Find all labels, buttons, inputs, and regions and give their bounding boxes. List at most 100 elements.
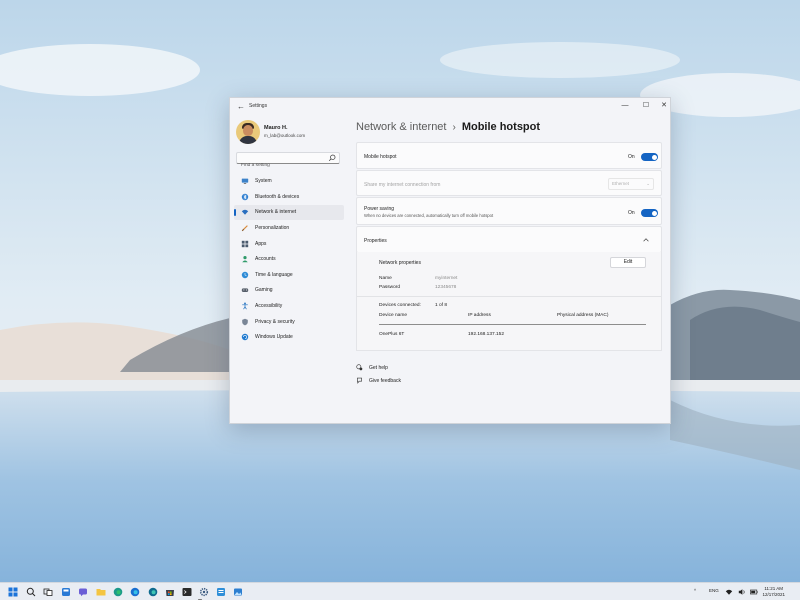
properties-label: Properties [364, 238, 387, 244]
mobile-hotspot-toggle[interactable] [641, 153, 658, 161]
sidebar-item-label: Windows Update [255, 334, 293, 341]
chevron-up-icon[interactable] [642, 236, 650, 244]
column-header-device-name: Device name [379, 313, 407, 318]
store-icon[interactable] [165, 587, 175, 597]
sidebar-item-label: Personalization [255, 225, 290, 232]
sidebar-item-label: Network & internet [255, 209, 297, 216]
sidebar-item-label: Apps [255, 240, 267, 247]
power-saving-state: On [628, 210, 635, 216]
edge-dev-icon[interactable] [148, 587, 158, 597]
file-explorer-icon[interactable] [96, 587, 106, 597]
mobile-hotspot-state: On [628, 154, 635, 160]
give-feedback-link[interactable]: Give feedback [356, 377, 401, 384]
sidebar-item-apps[interactable]: Apps [234, 236, 344, 251]
window-title: Settings [249, 103, 268, 109]
edge-beta-icon[interactable] [130, 587, 140, 597]
table-header-divider [379, 324, 646, 325]
search-icon[interactable] [328, 154, 336, 162]
power-saving-label: Power saving [364, 206, 395, 212]
sidebar-item-accessibility[interactable]: Accessibility [234, 299, 344, 314]
terminal-icon[interactable] [182, 587, 192, 597]
edit-button[interactable]: Edit [610, 257, 646, 268]
task-view-icon[interactable] [43, 587, 53, 597]
chat-icon[interactable] [78, 587, 88, 597]
give-feedback-label: Give feedback [369, 377, 401, 384]
language-indicator[interactable]: ENG [709, 588, 719, 593]
sidebar-item-network[interactable]: Network & internet [234, 205, 344, 220]
person-icon [242, 256, 248, 263]
help-icon [356, 364, 363, 371]
mobile-hotspot-label: Mobile hotspot [364, 154, 397, 160]
avatar [236, 120, 260, 144]
accessibility-icon [242, 302, 248, 310]
breadcrumb: Network & internet › Mobile hotspot [356, 121, 540, 133]
shield-icon [242, 318, 248, 326]
gamepad-icon [241, 288, 249, 293]
sidebar-item-label: Accessibility [255, 303, 283, 310]
widgets-icon[interactable] [61, 587, 71, 597]
breadcrumb-parent[interactable]: Network & internet [356, 121, 446, 133]
share-connection-select[interactable]: Ethernet ⌄ [608, 178, 654, 190]
power-saving-card: Power saving When no devices are connect… [356, 197, 662, 225]
clock-time[interactable]: 11:21 AM [763, 586, 783, 591]
sidebar-item-label: Time & language [255, 271, 293, 278]
sidebar-item-privacy-security[interactable]: Privacy & security [234, 314, 344, 329]
edge-icon[interactable] [113, 587, 123, 597]
sidebar-item-windows-update[interactable]: Windows Update [234, 330, 344, 345]
power-saving-toggle[interactable] [641, 209, 658, 217]
column-header-ip-address: IP address [468, 313, 491, 318]
settings-icon[interactable] [199, 587, 209, 597]
battery-icon[interactable] [750, 588, 758, 596]
back-button[interactable]: ← [235, 101, 247, 113]
power-saving-description: When no devices are connected, automatic… [364, 213, 494, 218]
minimize-button[interactable]: — [617, 99, 633, 113]
close-button[interactable]: ✕ [656, 99, 672, 113]
app-icon[interactable] [216, 587, 226, 597]
page-title: Mobile hotspot [461, 121, 541, 133]
photos-icon[interactable] [233, 587, 243, 597]
sidebar-item-bluetooth[interactable]: Bluetooth & devices [234, 190, 344, 205]
network-name-value: myinternet [435, 276, 458, 281]
sidebar-item-label: Bluetooth & devices [255, 193, 300, 200]
user-profile[interactable]: Mauro H. m_lab@outlook.com [236, 120, 346, 146]
sidebar-item-label: Privacy & security [255, 318, 295, 325]
maximize-button[interactable]: ☐ [638, 99, 654, 113]
search-box[interactable] [236, 152, 340, 171]
sidebar-item-accounts[interactable]: Accounts [234, 252, 344, 267]
search-input[interactable] [237, 160, 325, 171]
sidebar-item-time-language[interactable]: Time & language [234, 268, 344, 283]
get-help-label: Get help [369, 364, 388, 371]
wifi-icon[interactable] [725, 588, 733, 596]
breadcrumb-separator: › [452, 122, 456, 133]
sidebar-item-system[interactable]: System [234, 174, 344, 189]
brush-icon [241, 225, 248, 232]
wifi-icon [241, 210, 249, 216]
apps-icon [241, 240, 249, 247]
user-name: Mauro H. [264, 125, 288, 131]
table-cell-device-name: OnePlus 6T [379, 332, 405, 337]
network-properties-label: Network properties [379, 260, 421, 266]
volume-icon[interactable] [738, 588, 746, 596]
share-connection-value: Ethernet [612, 181, 630, 186]
bluetooth-icon [241, 193, 249, 201]
get-help-link[interactable]: Get help [356, 364, 388, 371]
sidebar-item-personalization[interactable]: Personalization [234, 221, 344, 236]
update-icon [241, 334, 249, 341]
title-bar: ← Settings — ☐ ✕ [230, 98, 670, 116]
user-email: m_lab@outlook.com [264, 133, 306, 138]
column-header-mac: Physical address (MAC) [557, 313, 609, 318]
search-icon[interactable] [26, 587, 36, 597]
devices-connected-value: 1 of 8 [435, 303, 448, 308]
taskbar: ^ ENG 11:21 AM 12/17/2021 [0, 582, 800, 600]
properties-panel: Network properties Edit Name myinternet … [356, 252, 662, 351]
chevron-up-icon[interactable]: ^ [694, 588, 696, 593]
windows-start-icon[interactable] [8, 587, 18, 597]
sidebar-item-gaming[interactable]: Gaming [234, 283, 344, 298]
clock-date[interactable]: 12/17/2021 [760, 592, 785, 597]
monitor-icon [241, 178, 249, 185]
table-cell-ip-address: 192.168.137.152 [468, 332, 505, 337]
sidebar-item-label: Accounts [255, 256, 276, 263]
share-connection-card: Share my internet connection from Ethern… [356, 170, 662, 196]
properties-header[interactable]: Properties [356, 226, 662, 253]
settings-window: ← Settings — ☐ ✕ Mauro H. m_lab@outlook.… [229, 97, 671, 424]
